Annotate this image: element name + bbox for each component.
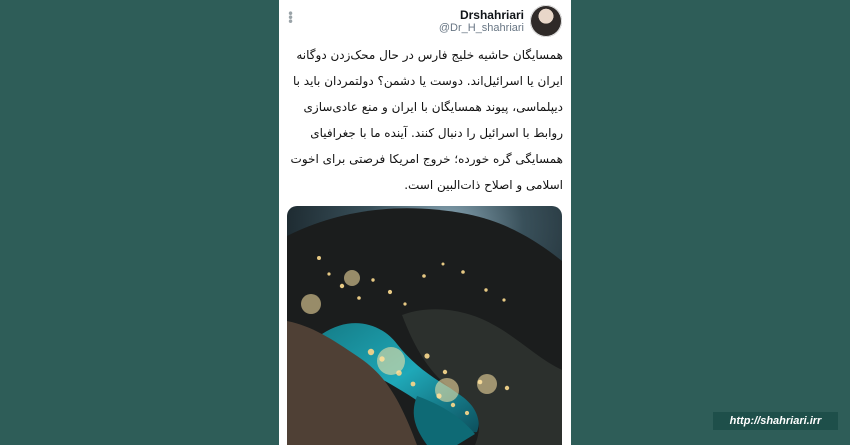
watermark-url[interactable]: http://shahriari.irr <box>713 412 838 430</box>
profile-name[interactable]: Drshahriari <box>460 8 524 22</box>
avatar[interactable] <box>530 5 562 37</box>
watermark-link-box[interactable]: http://shahriari.irr <box>713 412 838 430</box>
tweet-line: ایران یا اسرائیل‌اند. دوست یا دشمن؟ دولت… <box>292 74 563 88</box>
profile-handle[interactable]: @Dr_H_shahriari <box>439 22 524 34</box>
tweet-text: همسایگان حاشیه خلیج فارس در حال محک‌زدن … <box>290 42 563 198</box>
tweet-line: اسلامی و اصلاح ذات‌البین است. <box>404 178 563 192</box>
gulf-night-map-illustration <box>287 206 562 445</box>
tweet-line: همسایگان حاشیه خلیج فارس در حال محک‌زدن … <box>296 48 563 62</box>
map-image[interactable] <box>287 206 562 445</box>
more-options-icon[interactable]: • • • <box>287 8 294 28</box>
tweet-line: روابط با اسرائیل را دنبال کنند. آینده ما… <box>310 126 563 140</box>
tweet-line: دیپلماسی، پیوند همسایگان با ایران و منع … <box>303 100 563 114</box>
tweet-line: همسایگی گره خورده؛ خروج امریکا فرصتی برا… <box>290 152 563 166</box>
